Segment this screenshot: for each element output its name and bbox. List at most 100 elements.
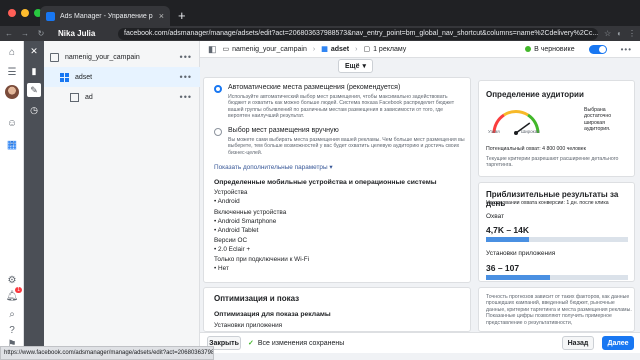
- show-more-label: Показать дополнительные параметры: [214, 164, 328, 171]
- campaign-more-icon[interactable]: •••: [180, 52, 192, 62]
- installs-value: 36 – 107: [486, 263, 520, 273]
- sidebar-toggle-icon[interactable]: ◧: [208, 44, 217, 55]
- editor-header: ◧ ▭ namenig_your_campain › ▦ adset › ▢ 1 ре…: [200, 41, 640, 58]
- manual-placements-description: Вы можете сами выбирать места размещения…: [228, 137, 465, 156]
- optimization-subtitle: Оптимизация для показа рекламы: [214, 311, 331, 318]
- breadcrumb-separator: ›: [312, 45, 316, 53]
- reach-bar: [486, 237, 628, 242]
- reach-label: Охват: [486, 213, 505, 220]
- minimize-window-button[interactable]: [21, 9, 29, 17]
- breadcrumb-campaign-label: namenig_your_campain: [232, 45, 307, 53]
- audience-title: Определение аудитории: [486, 90, 584, 99]
- devices-value-text: Android: [217, 198, 240, 205]
- tree-item-ad[interactable]: ad •••: [44, 87, 200, 107]
- adset-more-icon[interactable]: •••: [180, 72, 192, 82]
- included-device-item: • Android Tablet: [214, 227, 259, 234]
- browser-profile-name[interactable]: Nika Julia: [52, 29, 112, 38]
- back-arrow-icon[interactable]: ←: [4, 29, 14, 38]
- notifications-bell-icon[interactable]: 🔔︎ 1: [5, 287, 22, 303]
- targeting-note: Текущие критерии разрешают расширение де…: [486, 156, 619, 169]
- browser-menu-icon[interactable]: ⋮: [628, 29, 636, 38]
- reach-value: 4,7K – 14K: [486, 225, 529, 235]
- forward-arrow-icon[interactable]: →: [20, 29, 30, 38]
- extensions-icon[interactable]: ◐: [617, 29, 622, 38]
- included-device-1: Android Smartphone: [217, 218, 277, 225]
- folder-icon: ▭: [222, 46, 230, 53]
- status-toggle[interactable]: [588, 44, 607, 54]
- os-version-item: • 2.0 Eclair +: [214, 246, 251, 253]
- breadcrumb-adset-label: adset: [330, 45, 350, 53]
- included-device-2: Android Tablet: [217, 227, 259, 234]
- window-controls: [8, 9, 42, 17]
- profile-avatar-icon: [5, 85, 19, 99]
- back-button[interactable]: Назад: [562, 336, 594, 350]
- help-icon[interactable]: ?: [5, 323, 19, 337]
- browser-tab-strip: Ads Manager - Управление р × +: [0, 0, 640, 26]
- browser-toolbar: ← → ↻ Nika Julia facebook.com/adsmanager…: [0, 26, 640, 41]
- star-icon[interactable]: ☆: [604, 29, 611, 38]
- devices-section-title: Определенные мобильные устройства и опер…: [214, 179, 437, 186]
- menu-icon[interactable]: ☰: [5, 65, 19, 79]
- audience-description: Выбрана достаточно широкая аудитория.: [584, 107, 612, 133]
- estimated-results-card: Приблизительные результаты за день На ос…: [478, 182, 635, 282]
- included-devices-label: Включенные устройства: [214, 209, 287, 216]
- breadcrumb-adset[interactable]: ▦ adset: [321, 45, 350, 54]
- notification-count-badge: 1: [15, 287, 22, 293]
- potential-reach: Потенциальный охват: 4 800 000 человек: [486, 146, 586, 152]
- campaign-tree: ✕ ▮ ✎ ◷ namenig_your_campain ••• adset •…: [24, 41, 200, 353]
- adset-grid-icon: ▦: [321, 46, 328, 53]
- campaign-name: namenig_your_campain: [65, 53, 140, 61]
- adset-grid-icon: [60, 72, 69, 82]
- ad-more-icon[interactable]: •••: [180, 92, 192, 102]
- search-bottom-icon[interactable]: ⌕: [5, 307, 19, 321]
- grid-table-icon[interactable]: ▦: [5, 137, 19, 151]
- tab-title: Ads Manager - Управление р: [60, 12, 153, 20]
- chart-icon[interactable]: ▮: [27, 64, 41, 78]
- auto-placements-radio[interactable]: [214, 85, 222, 93]
- header-more-icon[interactable]: •••: [621, 45, 632, 54]
- installs-bar: [486, 275, 628, 280]
- reload-icon[interactable]: ↻: [36, 29, 46, 38]
- show-more-options-link[interactable]: Показать дополнительные параметры ▾: [214, 163, 333, 171]
- editor-footer: Закрыть ✓ Все изменения сохранены Назад Д…: [200, 332, 640, 353]
- settings-gear-icon[interactable]: ⚙: [5, 273, 19, 287]
- new-tab-button[interactable]: +: [178, 8, 186, 23]
- close-editor-icon[interactable]: ✕: [27, 44, 41, 58]
- more-button-label: Ещё: [345, 62, 360, 70]
- close-window-button[interactable]: [8, 9, 16, 17]
- audience-definition-card: Определение аудитории Узкая Широкая Выбр…: [478, 80, 635, 177]
- optimization-value: Установки приложения: [214, 322, 283, 329]
- manual-placements-radio[interactable]: [214, 128, 222, 136]
- devices-label: Устройства: [214, 189, 248, 196]
- auto-placements-title: Автоматические места размещения (рекомен…: [228, 84, 401, 91]
- tree-item-adset[interactable]: adset •••: [44, 67, 200, 87]
- smiley-icon[interactable]: ☺: [5, 116, 19, 130]
- home-icon[interactable]: ⌂: [5, 45, 19, 59]
- estimates-disclaimer: Точность прогнозов зависит от таких факт…: [486, 294, 632, 326]
- avatar[interactable]: [5, 85, 19, 99]
- chevron-down-icon: ▾: [329, 164, 333, 171]
- browser-tab[interactable]: Ads Manager - Управление р ×: [40, 6, 170, 26]
- tree-item-campaign[interactable]: namenig_your_campain •••: [44, 47, 200, 67]
- close-tab-icon[interactable]: ×: [159, 11, 164, 21]
- reach-bar-fill: [486, 237, 529, 242]
- ad-name: ad: [85, 93, 93, 101]
- status-dot-icon: [525, 46, 532, 52]
- facebook-favicon-icon: [46, 11, 55, 21]
- breadcrumb-campaign[interactable]: ▭ namenig_your_campain: [222, 45, 307, 54]
- os-versions-label: Версии ОС: [214, 237, 248, 244]
- address-bar[interactable]: facebook.com/adsmanager/manage/adsets/ed…: [118, 27, 598, 40]
- wifi-only-item: • Нет: [214, 265, 229, 272]
- estimates-subtitle: На основании охвата конверсии: 1 дн. пос…: [486, 200, 609, 206]
- link-status-bar: https://www.facebook.com/adsmanager/mana…: [0, 346, 214, 360]
- history-clock-icon[interactable]: ◷: [27, 103, 41, 117]
- manual-placements-title: Выбор мест размещения вручную: [228, 127, 339, 134]
- next-button[interactable]: Далее: [602, 336, 634, 350]
- adset-name: adset: [75, 73, 93, 81]
- wifi-only-label: Только при подключении к Wi-Fi: [214, 256, 310, 263]
- breadcrumb-ads[interactable]: ▢ 1 рекламу: [363, 45, 406, 54]
- folder-icon: [50, 52, 59, 62]
- chevron-down-icon: ▾: [362, 63, 366, 70]
- more-dropdown-button[interactable]: Ещё ▾: [338, 59, 373, 73]
- edit-pencil-icon[interactable]: ✎: [27, 83, 41, 97]
